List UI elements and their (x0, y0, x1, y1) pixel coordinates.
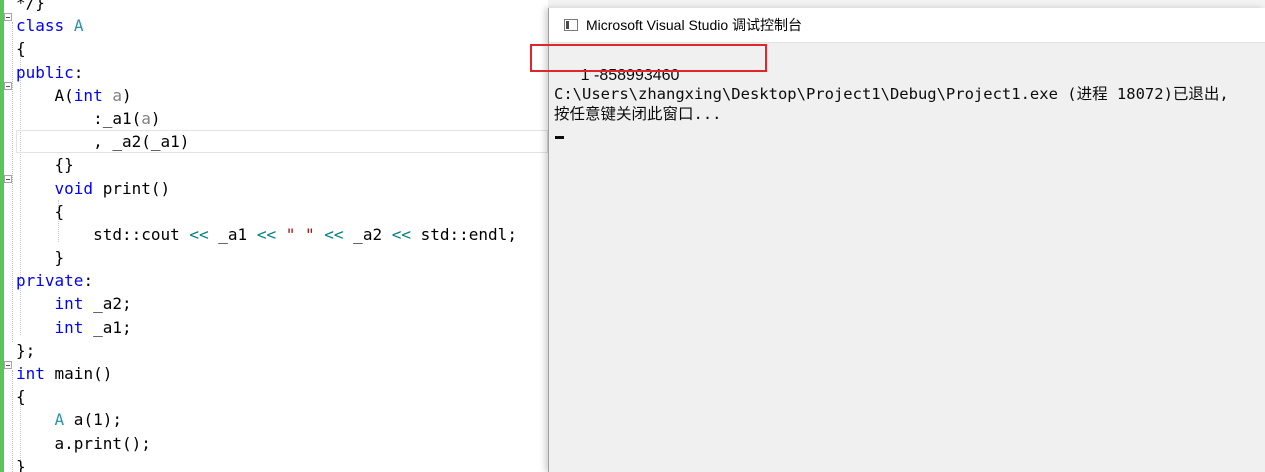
process-exit-line: C:\Users\zhangxing\Desktop\Project1\Debu… (554, 85, 1229, 103)
code-line-20: a.print(); (16, 433, 151, 453)
code-line-14: int _a2; (54, 294, 132, 314)
code-line-16: }; (16, 340, 36, 360)
fold-guide-line (12, 370, 14, 472)
output-panel-edge (548, 0, 1265, 8)
parameter: a (112, 85, 122, 105)
window-title: Microsoft Visual Studio 调试控制台 (586, 17, 803, 33)
code-line-10: { (16, 201, 65, 221)
code-line-18: { (16, 387, 26, 407)
type-name: A (73, 16, 84, 36)
code-editor[interactable]: */} class A { public: A(int a) :_a1(a) ,… (0, 0, 548, 472)
keyword: int (54, 294, 84, 314)
collapse-class-icon[interactable] (4, 13, 12, 21)
keyword: int (73, 85, 103, 105)
code-line-11: std::cout << _a1 << " " << _a2 << std::e… (16, 224, 517, 244)
collapse-main-icon[interactable] (4, 361, 12, 369)
operator: << (256, 224, 277, 244)
code-line-5: A(int a) (16, 85, 132, 105)
code-line-1: */} (16, 0, 45, 12)
collapse-constructor-icon[interactable] (4, 82, 12, 90)
keyword: private (16, 271, 84, 291)
code-lines[interactable]: */} class A { public: A(int a) :_a1(a) ,… (16, 0, 548, 472)
code-line-15: int _a1; (54, 317, 132, 337)
operator: << (189, 224, 209, 244)
keyword: public (16, 62, 74, 82)
console-titlebar[interactable]: Microsoft Visual Studio 调试控制台 (549, 8, 1265, 43)
code-line-12: } (16, 248, 65, 268)
program-output-line: 1 -858993460 (530, 44, 767, 84)
code-line-21: } (16, 456, 26, 472)
parameter: a (141, 108, 151, 128)
code-line-6: :_a1(a) (16, 108, 161, 128)
red-highlight-box (530, 44, 767, 72)
keyword: void (54, 178, 94, 198)
code-line-2: class A (16, 14, 548, 37)
outlining-margin (4, 0, 14, 472)
keyword: int (54, 317, 84, 337)
debug-console-window[interactable]: Microsoft Visual Studio 调试控制台 1 -8589934… (530, 8, 1265, 472)
fold-guide-line (12, 22, 14, 342)
code-line-3: { (16, 39, 26, 59)
text-cursor (555, 136, 564, 139)
type-name: A (54, 410, 65, 430)
console-app-icon[interactable] (564, 19, 578, 31)
code-line-19: A a(1); (54, 410, 122, 430)
code-line-7-current: , _a2(_a1) (16, 130, 548, 154)
code-line-9: void print() (54, 178, 171, 198)
code-line-17: int main() (16, 364, 113, 383)
keyword: class (16, 16, 65, 36)
console-output-area[interactable]: 1 -858993460 C:\Users\zhangxing\Desktop\… (530, 43, 1265, 472)
string-literal: " " (285, 224, 315, 244)
code-line-13: private: (16, 271, 94, 291)
collapse-print-icon[interactable] (4, 175, 12, 183)
code-line-8: {} (16, 155, 74, 175)
operator: << (391, 224, 411, 244)
operator: << (324, 224, 344, 244)
keyword: int (16, 364, 45, 383)
code-line-4: public: (16, 62, 84, 82)
press-any-key-line: 按任意键关闭此窗口... (554, 105, 722, 123)
